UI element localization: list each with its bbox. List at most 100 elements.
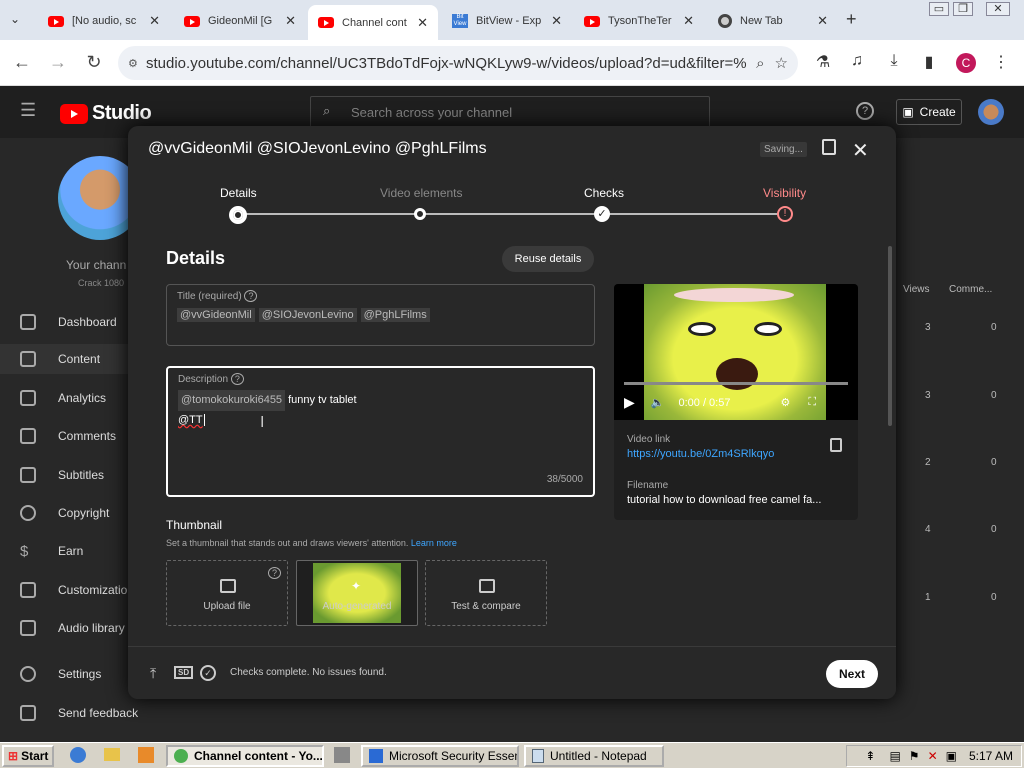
profile-avatar[interactable]: C	[956, 53, 976, 73]
browser-tab[interactable]: [No audio, sc ✕	[38, 7, 170, 35]
quicklaunch-ie-icon[interactable]	[70, 747, 86, 763]
step-video-elements-label[interactable]: Video elements	[380, 186, 463, 200]
play-icon[interactable]: ▶	[624, 394, 635, 411]
reload-icon[interactable]: ↻	[82, 52, 106, 73]
create-button[interactable]: ▣ Create	[896, 99, 962, 125]
help-icon[interactable]: ?	[856, 102, 874, 120]
menu-kebab-icon[interactable]: ⋮	[990, 52, 1012, 72]
reuse-details-button[interactable]: Reuse details	[502, 246, 594, 272]
bookmark-star-icon[interactable]: ☆	[775, 54, 788, 72]
quicklaunch-folder-icon[interactable]	[104, 748, 120, 761]
studio-search-input[interactable]: ⌕ Search across your channel	[310, 96, 710, 128]
media-control-icon[interactable]: ♫	[846, 52, 868, 70]
description-field[interactable]: Description ? @tomokokuroki6455 funny tv…	[166, 366, 595, 497]
browser-tab[interactable]: New Tab ✕	[708, 7, 838, 35]
copy-icon[interactable]	[830, 438, 842, 452]
step-video-elements-dot[interactable]	[414, 208, 426, 220]
browser-tab[interactable]: GideonMil [G ✕	[174, 7, 306, 35]
saving-status: Saving...	[760, 142, 807, 157]
step-checks-label[interactable]: Checks	[584, 186, 624, 200]
minimize-button[interactable]: ▭	[929, 2, 949, 16]
site-info-icon[interactable]: ⚙	[128, 57, 140, 70]
hamburger-menu-icon[interactable]: ☰	[20, 100, 36, 121]
description-input[interactable]: @tomokokuroki6455 funny tv tablet @TT	[178, 390, 357, 430]
sidebar-item-subtitles[interactable]: Subtitles	[20, 467, 104, 483]
quicklaunch-media-icon[interactable]	[138, 747, 154, 763]
video-link[interactable]: https://youtu.be/0Zm4SRlkqyo	[627, 448, 774, 460]
help-icon[interactable]: ?	[230, 373, 244, 385]
step-details-dot[interactable]	[229, 206, 247, 224]
upload-icon[interactable]: ⤒	[150, 665, 156, 682]
next-button[interactable]: Next	[826, 660, 878, 688]
video-time: 0:00 / 0:57	[678, 396, 731, 409]
sidebar-item-analytics[interactable]: Analytics	[20, 390, 106, 406]
sidebar-item-comments[interactable]: Comments	[20, 428, 116, 444]
fullscreen-icon[interactable]: ⛶	[808, 396, 816, 409]
content-table-background	[896, 270, 1024, 690]
close-tab-icon[interactable]: ✕	[417, 15, 428, 31]
display-icon[interactable]: ▣	[946, 749, 957, 763]
learn-more-link[interactable]: Learn more	[411, 538, 457, 548]
browser-tab[interactable]: TysonTheTer ✕	[574, 7, 704, 35]
video-progress-bar[interactable]	[624, 382, 848, 385]
help-icon[interactable]: ?	[267, 567, 281, 579]
report-flag-icon[interactable]	[822, 139, 836, 155]
sidebar-item-copyright[interactable]: Copyright	[20, 505, 109, 521]
step-visibility-label[interactable]: Visibility	[763, 186, 806, 200]
quicklaunch-app-icon[interactable]	[334, 747, 350, 763]
sidebar-item-customization[interactable]: Customizatio	[20, 582, 127, 598]
warning-icon[interactable]: !	[777, 206, 793, 222]
back-icon[interactable]: ←	[10, 52, 34, 73]
labs-flask-icon[interactable]: ⚗	[812, 52, 834, 72]
restore-button[interactable]: ❐	[953, 2, 973, 16]
forward-icon[interactable]: →	[46, 52, 70, 73]
auto-generated-option[interactable]: ✦ Auto-generated	[296, 560, 418, 626]
start-button[interactable]: ⊞ Start	[2, 745, 54, 767]
column-header-views[interactable]: Views	[903, 284, 930, 295]
taskbar-item-notepad[interactable]: Untitled - Notepad	[524, 745, 664, 767]
gear-icon[interactable]: ⚙	[780, 396, 790, 409]
help-icon[interactable]: ?	[244, 290, 258, 302]
upload-file-option[interactable]: ? Upload file	[166, 560, 288, 626]
browser-tab-active[interactable]: Channel cont ✕	[308, 5, 438, 40]
title-field[interactable]: Title (required) ? @vvGideonMil @SIOJevon…	[166, 284, 595, 346]
volume-icon[interactable]: 🔈	[651, 396, 665, 409]
close-tab-icon[interactable]: ✕	[285, 13, 296, 29]
close-window-button[interactable]: ✕	[986, 2, 1010, 16]
video-player[interactable]: ▶ 🔈 0:00 / 0:57 ⚙ ⛶	[614, 284, 858, 420]
sidebar-item-audio-library[interactable]: Audio library	[20, 620, 125, 636]
account-avatar[interactable]	[978, 99, 1004, 125]
download-icon[interactable]: ⤓	[883, 52, 905, 70]
tray-expand-icon[interactable]: ⇞	[865, 749, 875, 763]
sidebar-item-settings[interactable]: Settings	[20, 666, 101, 682]
zoom-icon[interactable]: ⌕	[756, 55, 764, 72]
new-tab-button[interactable]: +	[846, 9, 857, 30]
subtitles-icon	[20, 467, 36, 483]
dialog-scrollbar[interactable]	[888, 246, 892, 426]
browser-tab[interactable]: Bit View BitView - Exp ✕	[442, 7, 572, 35]
sidebar-item-send-feedback[interactable]: Send feedback	[20, 705, 138, 721]
column-header-comments[interactable]: Comme...	[949, 284, 992, 295]
side-panel-icon[interactable]: ▮	[918, 52, 940, 72]
taskbar-item-chrome[interactable]: Channel content - Yo...	[166, 745, 324, 767]
sidebar-item-earn[interactable]: $ Earn	[20, 543, 83, 560]
taskbar-item-security-essentials[interactable]: Microsoft Security Essen...	[361, 745, 519, 767]
flag-icon[interactable]: ⚑	[909, 749, 920, 763]
sidebar-item-content[interactable]: Content	[0, 344, 128, 374]
url-bar[interactable]: ⚙ studio.youtube.com/channel/UC3TBdoTdFo…	[118, 46, 798, 80]
close-tab-icon[interactable]: ✕	[683, 13, 694, 29]
sidebar-item-dashboard[interactable]: Dashboard	[20, 314, 117, 330]
check-icon[interactable]: ✓	[594, 206, 610, 222]
step-details-label[interactable]: Details	[220, 186, 257, 200]
close-icon[interactable]: ✕	[852, 138, 869, 163]
network-icon[interactable]: ▤	[889, 749, 900, 763]
title-input[interactable]: @vvGideonMil @SIOJevonLevino @PghLFilms	[177, 307, 434, 322]
tab-list-icon[interactable]: ⌄	[10, 12, 20, 26]
test-and-compare-option[interactable]: Test & compare	[425, 560, 547, 626]
close-tab-icon[interactable]: ✕	[551, 13, 562, 29]
clock[interactable]: 5:17 AM	[969, 749, 1013, 763]
studio-logo[interactable]: Studio	[60, 102, 152, 125]
volume-muted-icon[interactable]: ✕	[928, 749, 938, 763]
close-tab-icon[interactable]: ✕	[817, 13, 828, 29]
close-tab-icon[interactable]: ✕	[149, 13, 160, 29]
